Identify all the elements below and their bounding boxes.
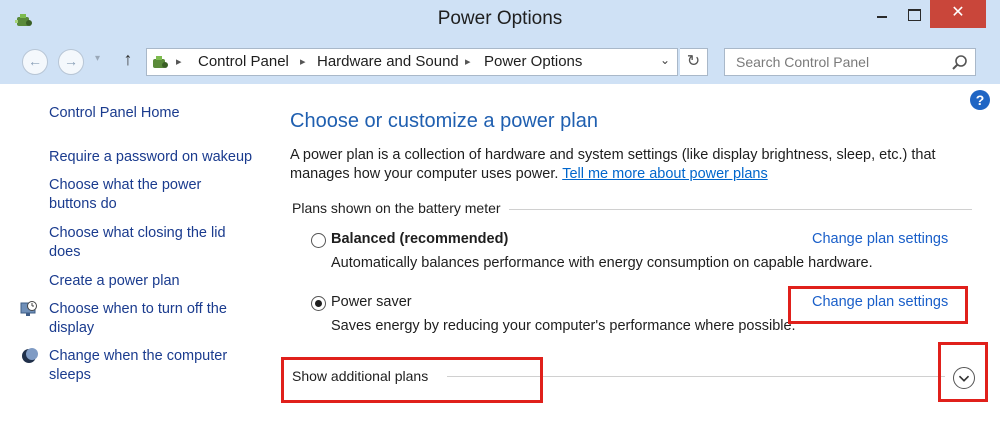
sidebar-link-turn-off-display[interactable]: Choose when to turn off the display: [49, 300, 249, 338]
minimize-button[interactable]: [866, 0, 898, 28]
title-bar: Power Options ✕: [0, 0, 1000, 40]
highlight-box-additional-plans: [281, 357, 543, 403]
maximize-button[interactable]: [898, 0, 930, 28]
forward-button[interactable]: →: [58, 49, 84, 75]
recent-locations-dropdown[interactable]: ▾: [95, 53, 100, 64]
breadcrumb-hardware-and-sound[interactable]: Hardware and Sound: [317, 53, 459, 70]
highlight-box-change-settings: [788, 286, 968, 324]
sidebar-link-computer-sleeps[interactable]: Change when the computer sleeps: [49, 347, 249, 385]
sleep-moon-icon: [22, 348, 38, 363]
window-frame: Power Options ✕ ← → ▾ ↑ ▸ Control Panel …: [0, 0, 1000, 436]
search-placeholder: Search Control Panel: [736, 54, 870, 70]
page-heading: Choose or customize a power plan: [290, 110, 598, 132]
address-bar[interactable]: ▸ Control Panel ▸ Hardware and Sound ▸ P…: [146, 48, 678, 76]
highlight-box-expand: [938, 342, 988, 402]
address-history-dropdown[interactable]: ⌄: [660, 53, 670, 67]
breadcrumb-power-options[interactable]: Power Options: [484, 53, 582, 70]
plan-radio-balanced[interactable]: [311, 233, 326, 248]
plan-name-power-saver[interactable]: Power saver: [331, 294, 412, 310]
sidebar-link-require-password[interactable]: Require a password on wakeup: [49, 148, 264, 167]
display-timer-icon: [20, 301, 37, 316]
sidebar-link-power-buttons[interactable]: Choose what the power buttons do: [49, 176, 214, 214]
refresh-button[interactable]: ↻: [680, 48, 708, 76]
sidebar-link-control-panel-home[interactable]: Control Panel Home: [49, 104, 180, 123]
learn-more-link[interactable]: Tell me more about power plans: [562, 166, 768, 182]
search-icon[interactable]: [951, 54, 969, 72]
breadcrumb-control-panel[interactable]: Control Panel: [198, 53, 289, 70]
help-icon[interactable]: ?: [970, 90, 990, 110]
plan-name-balanced[interactable]: Balanced (recommended): [331, 231, 508, 247]
close-button[interactable]: ✕: [930, 0, 986, 28]
change-plan-settings-balanced-link[interactable]: Change plan settings: [812, 231, 948, 247]
plan-description-balanced: Automatically balances performance with …: [331, 255, 873, 271]
plan-description-power-saver: Saves energy by reducing your computer's…: [331, 318, 796, 334]
plans-group-title: Plans shown on the battery meter: [292, 200, 509, 216]
breadcrumb-separator[interactable]: ▸: [176, 55, 182, 68]
breadcrumb-separator[interactable]: ▸: [300, 55, 306, 68]
back-button[interactable]: ←: [22, 49, 48, 75]
sidebar-link-closing-lid[interactable]: Choose what closing the lid does: [49, 224, 239, 262]
control-panel-icon: [153, 56, 168, 68]
plan-radio-power-saver[interactable]: [311, 296, 326, 311]
search-input[interactable]: Search Control Panel: [724, 48, 976, 76]
sidebar-link-create-power-plan[interactable]: Create a power plan: [49, 272, 180, 291]
window-title: Power Options: [437, 8, 563, 29]
page-description: A power plan is a collection of hardware…: [290, 146, 970, 184]
up-one-level-button[interactable]: ↑: [118, 49, 138, 75]
content-area: ? Control Panel Home Require a password …: [0, 84, 1000, 436]
breadcrumb-separator[interactable]: ▸: [465, 55, 471, 68]
navigation-bar: ← → ▾ ↑ ▸ Control Panel ▸ Hardware and S…: [0, 40, 1000, 84]
